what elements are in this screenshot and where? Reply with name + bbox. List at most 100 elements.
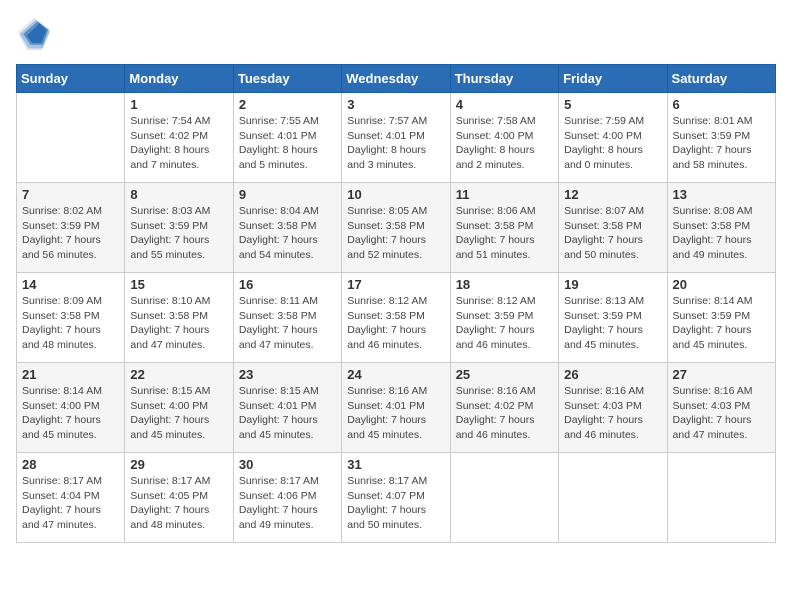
calendar-day-cell <box>667 453 775 543</box>
calendar-day-cell: 7 Sunrise: 8:02 AM Sunset: 3:59 PM Daylig… <box>17 183 125 273</box>
day-of-week-header: Tuesday <box>233 65 341 93</box>
calendar-day-cell: 28 Sunrise: 8:17 AM Sunset: 4:04 PM Dayli… <box>17 453 125 543</box>
calendar-day-cell: 14Sunrise: 8:09 AM Sunset: 3:58 PM Dayli… <box>17 273 125 363</box>
day-number: 7 <box>22 187 119 202</box>
day-info: Sunrise: 8:17 AM Sunset: 4:05 PM Dayligh… <box>130 474 227 533</box>
day-number: 26 <box>564 367 661 382</box>
day-info: Sunrise: 7:59 AM Sunset: 4:00 PM Dayligh… <box>564 114 661 173</box>
calendar-day-cell: 5 Sunrise: 7:59 AM Sunset: 4:00 PM Daylig… <box>559 93 667 183</box>
day-number: 1 <box>130 97 227 112</box>
calendar-day-cell: 2 Sunrise: 7:55 AM Sunset: 4:01 PM Daylig… <box>233 93 341 183</box>
day-info: Sunrise: 8:13 AM Sunset: 3:59 PM Dayligh… <box>564 294 661 353</box>
calendar-week-row: 28 Sunrise: 8:17 AM Sunset: 4:04 PM Dayli… <box>17 453 776 543</box>
page-header <box>16 16 776 52</box>
day-number: 17 <box>347 277 444 292</box>
day-info: Sunrise: 8:15 AM Sunset: 4:01 PM Dayligh… <box>239 384 336 443</box>
logo-icon <box>16 16 52 52</box>
day-info: Sunrise: 8:02 AM Sunset: 3:59 PM Dayligh… <box>22 204 119 263</box>
day-info: Sunrise: 8:16 AM Sunset: 4:03 PM Dayligh… <box>564 384 661 443</box>
calendar-day-cell: 20 Sunrise: 8:14 AM Sunset: 3:59 PM Dayli… <box>667 273 775 363</box>
day-info: Sunrise: 8:09 AM Sunset: 3:58 PM Dayligh… <box>22 294 119 353</box>
day-info: Sunrise: 7:58 AM Sunset: 4:00 PM Dayligh… <box>456 114 553 173</box>
day-number: 3 <box>347 97 444 112</box>
calendar-day-cell <box>17 93 125 183</box>
day-info: Sunrise: 8:17 AM Sunset: 4:06 PM Dayligh… <box>239 474 336 533</box>
day-info: Sunrise: 8:14 AM Sunset: 4:00 PM Dayligh… <box>22 384 119 443</box>
day-info: Sunrise: 8:06 AM Sunset: 3:58 PM Dayligh… <box>456 204 553 263</box>
day-number: 2 <box>239 97 336 112</box>
calendar-day-cell: 31 Sunrise: 8:17 AM Sunset: 4:07 PM Dayli… <box>342 453 450 543</box>
calendar-week-row: 21 Sunrise: 8:14 AM Sunset: 4:00 PM Dayli… <box>17 363 776 453</box>
day-of-week-header: Saturday <box>667 65 775 93</box>
day-number: 18 <box>456 277 553 292</box>
calendar-day-cell: 1 Sunrise: 7:54 AM Sunset: 4:02 PM Daylig… <box>125 93 233 183</box>
day-info: Sunrise: 8:07 AM Sunset: 3:58 PM Dayligh… <box>564 204 661 263</box>
day-number: 9 <box>239 187 336 202</box>
calendar-day-cell: 21 Sunrise: 8:14 AM Sunset: 4:00 PM Dayli… <box>17 363 125 453</box>
calendar-day-cell: 22Sunrise: 8:15 AM Sunset: 4:00 PM Dayli… <box>125 363 233 453</box>
day-number: 8 <box>130 187 227 202</box>
day-number: 10 <box>347 187 444 202</box>
day-number: 20 <box>673 277 770 292</box>
day-number: 28 <box>22 457 119 472</box>
day-number: 4 <box>456 97 553 112</box>
day-info: Sunrise: 8:03 AM Sunset: 3:59 PM Dayligh… <box>130 204 227 263</box>
day-of-week-header: Monday <box>125 65 233 93</box>
day-info: Sunrise: 8:16 AM Sunset: 4:03 PM Dayligh… <box>673 384 770 443</box>
calendar-day-cell <box>450 453 558 543</box>
calendar-day-cell: 6Sunrise: 8:01 AM Sunset: 3:59 PM Daylig… <box>667 93 775 183</box>
calendar-day-cell: 24 Sunrise: 8:16 AM Sunset: 4:01 PM Dayli… <box>342 363 450 453</box>
calendar-header-row: SundayMondayTuesdayWednesdayThursdayFrid… <box>17 65 776 93</box>
day-number: 24 <box>347 367 444 382</box>
day-number: 12 <box>564 187 661 202</box>
calendar-day-cell: 9Sunrise: 8:04 AM Sunset: 3:58 PM Daylig… <box>233 183 341 273</box>
day-number: 15 <box>130 277 227 292</box>
day-number: 11 <box>456 187 553 202</box>
day-number: 22 <box>130 367 227 382</box>
day-number: 29 <box>130 457 227 472</box>
day-info: Sunrise: 8:01 AM Sunset: 3:59 PM Dayligh… <box>673 114 770 173</box>
day-number: 23 <box>239 367 336 382</box>
day-info: Sunrise: 8:17 AM Sunset: 4:07 PM Dayligh… <box>347 474 444 533</box>
day-number: 16 <box>239 277 336 292</box>
calendar-day-cell: 13Sunrise: 8:08 AM Sunset: 3:58 PM Dayli… <box>667 183 775 273</box>
day-info: Sunrise: 7:54 AM Sunset: 4:02 PM Dayligh… <box>130 114 227 173</box>
calendar-day-cell: 10 Sunrise: 8:05 AM Sunset: 3:58 PM Dayli… <box>342 183 450 273</box>
calendar-day-cell: 4 Sunrise: 7:58 AM Sunset: 4:00 PM Daylig… <box>450 93 558 183</box>
day-number: 25 <box>456 367 553 382</box>
day-info: Sunrise: 8:14 AM Sunset: 3:59 PM Dayligh… <box>673 294 770 353</box>
day-number: 5 <box>564 97 661 112</box>
day-of-week-header: Wednesday <box>342 65 450 93</box>
day-info: Sunrise: 8:05 AM Sunset: 3:58 PM Dayligh… <box>347 204 444 263</box>
calendar-week-row: 14Sunrise: 8:09 AM Sunset: 3:58 PM Dayli… <box>17 273 776 363</box>
calendar-day-cell: 15 Sunrise: 8:10 AM Sunset: 3:58 PM Dayli… <box>125 273 233 363</box>
calendar-day-cell: 12 Sunrise: 8:07 AM Sunset: 3:58 PM Dayli… <box>559 183 667 273</box>
calendar-day-cell: 29 Sunrise: 8:17 AM Sunset: 4:05 PM Dayli… <box>125 453 233 543</box>
calendar-week-row: 1 Sunrise: 7:54 AM Sunset: 4:02 PM Daylig… <box>17 93 776 183</box>
calendar-day-cell: 8 Sunrise: 8:03 AM Sunset: 3:59 PM Daylig… <box>125 183 233 273</box>
day-of-week-header: Sunday <box>17 65 125 93</box>
day-info: Sunrise: 8:17 AM Sunset: 4:04 PM Dayligh… <box>22 474 119 533</box>
calendar-day-cell: 17 Sunrise: 8:12 AM Sunset: 3:58 PM Dayli… <box>342 273 450 363</box>
calendar-week-row: 7 Sunrise: 8:02 AM Sunset: 3:59 PM Daylig… <box>17 183 776 273</box>
calendar-day-cell: 25 Sunrise: 8:16 AM Sunset: 4:02 PM Dayli… <box>450 363 558 453</box>
day-info: Sunrise: 8:10 AM Sunset: 3:58 PM Dayligh… <box>130 294 227 353</box>
calendar-day-cell: 11 Sunrise: 8:06 AM Sunset: 3:58 PM Dayli… <box>450 183 558 273</box>
calendar-day-cell: 3 Sunrise: 7:57 AM Sunset: 4:01 PM Daylig… <box>342 93 450 183</box>
day-info: Sunrise: 8:12 AM Sunset: 3:58 PM Dayligh… <box>347 294 444 353</box>
calendar-day-cell: 16Sunrise: 8:11 AM Sunset: 3:58 PM Dayli… <box>233 273 341 363</box>
day-number: 31 <box>347 457 444 472</box>
day-info: Sunrise: 8:08 AM Sunset: 3:58 PM Dayligh… <box>673 204 770 263</box>
day-info: Sunrise: 8:16 AM Sunset: 4:01 PM Dayligh… <box>347 384 444 443</box>
calendar-day-cell: 26 Sunrise: 8:16 AM Sunset: 4:03 PM Dayli… <box>559 363 667 453</box>
calendar-day-cell: 19Sunrise: 8:13 AM Sunset: 3:59 PM Dayli… <box>559 273 667 363</box>
calendar-table: SundayMondayTuesdayWednesdayThursdayFrid… <box>16 64 776 543</box>
day-info: Sunrise: 7:57 AM Sunset: 4:01 PM Dayligh… <box>347 114 444 173</box>
calendar-day-cell: 18Sunrise: 8:12 AM Sunset: 3:59 PM Dayli… <box>450 273 558 363</box>
day-info: Sunrise: 7:55 AM Sunset: 4:01 PM Dayligh… <box>239 114 336 173</box>
calendar-day-cell <box>559 453 667 543</box>
day-number: 21 <box>22 367 119 382</box>
day-of-week-header: Thursday <box>450 65 558 93</box>
day-number: 30 <box>239 457 336 472</box>
day-info: Sunrise: 8:16 AM Sunset: 4:02 PM Dayligh… <box>456 384 553 443</box>
